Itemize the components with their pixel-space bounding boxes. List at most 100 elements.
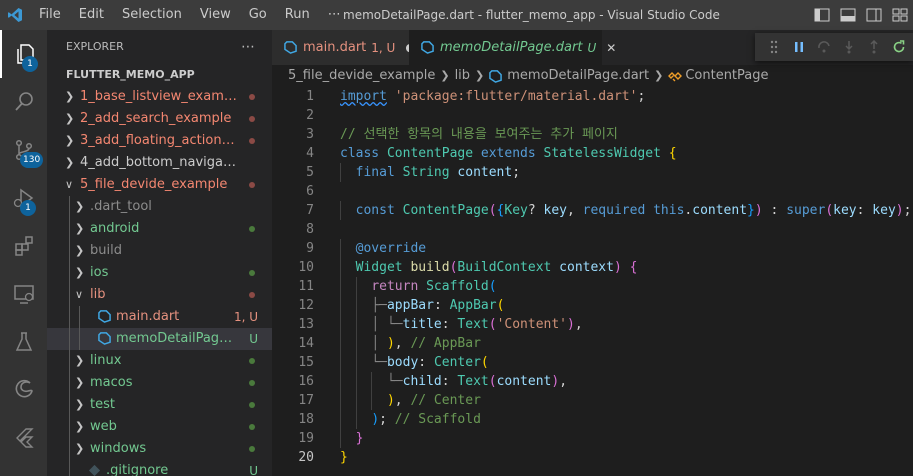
chevron-right-icon[interactable]: ❯ — [75, 416, 84, 438]
tree-item[interactable]: ❯ windows — [47, 438, 272, 460]
tree-item[interactable]: ❯ 4_add_bottom_navigation_bar_... — [47, 152, 272, 174]
tree-item[interactable]: ∨ lib — [47, 284, 272, 306]
menu-item[interactable]: Go — [240, 0, 276, 30]
workspace-folder[interactable]: FLUTTER_MEMO_APP — [47, 64, 272, 86]
indent-guide — [69, 306, 70, 328]
pause-icon[interactable] — [786, 33, 811, 61]
chevron-down-icon[interactable]: ∨ — [65, 174, 73, 196]
code-text: final String content; — [340, 163, 520, 182]
breadcrumb-folder[interactable]: lib — [455, 65, 470, 87]
tree-item[interactable]: ❯ android — [47, 218, 272, 240]
indent-guide — [69, 416, 70, 438]
step-over-icon[interactable] — [811, 33, 836, 61]
restart-icon[interactable] — [886, 33, 911, 61]
code-text: ), // Center — [340, 391, 481, 410]
git-status-badge: 1, U — [233, 310, 258, 324]
code-token: final — [355, 165, 403, 180]
tree-item[interactable]: ❯ test — [47, 394, 272, 416]
menu-item[interactable]: Run — [276, 0, 319, 30]
chevron-right-icon[interactable]: ❯ — [65, 152, 74, 174]
tab-memo-detail-page[interactable]: memoDetailPage.dart U ✕ — [409, 30, 616, 65]
chevron-right-icon[interactable]: ❯ — [75, 350, 84, 372]
code-line: 8 — [272, 220, 913, 239]
remote-explorer-activity[interactable] — [0, 270, 47, 318]
code-token: context — [559, 260, 614, 275]
tree-item[interactable]: ❯ 2_add_search_example — [47, 108, 272, 130]
tab-main-dart[interactable]: main.dart 1, U ● — [272, 30, 415, 65]
tree-item-label: memoDetailPage.dart — [116, 331, 237, 346]
toggle-secondary-sidebar-icon[interactable] — [861, 0, 887, 30]
code-token: // Center — [410, 393, 481, 408]
tree-item[interactable]: memoDetailPage.dart U — [47, 328, 272, 350]
tree-item[interactable]: main.dart 1, U — [47, 306, 272, 328]
code-token: ) — [613, 260, 622, 275]
tree-item[interactable]: ❯ .dart_tool — [47, 196, 272, 218]
menu-item[interactable]: File — [30, 0, 70, 30]
code-token: // AppBar — [410, 336, 481, 351]
extensions-activity[interactable] — [0, 222, 47, 270]
chevron-right-icon[interactable]: ❯ — [75, 196, 84, 218]
toggle-panel-icon[interactable] — [835, 0, 861, 30]
line-number: 8 — [306, 222, 314, 237]
code-token: │ — [371, 336, 387, 351]
menu-item[interactable]: Edit — [70, 0, 113, 30]
chevron-down-icon[interactable]: ∨ — [75, 284, 83, 306]
git-status-dot — [249, 424, 255, 430]
indent-guide — [69, 262, 70, 284]
debug-toolbar — [755, 33, 913, 61]
code-token: required — [582, 203, 654, 218]
tree-item[interactable]: ❯ linux — [47, 350, 272, 372]
chevron-right-icon[interactable]: ❯ — [65, 86, 74, 108]
step-into-icon[interactable] — [836, 33, 861, 61]
chevron-right-icon[interactable]: ❯ — [75, 240, 84, 262]
tree-item[interactable]: ∨ 5_file_devide_example — [47, 174, 272, 196]
close-icon[interactable]: ✕ — [606, 41, 616, 55]
code-editor[interactable]: 1 import 'package:flutter/material.dart';… — [272, 87, 913, 467]
tree-item[interactable]: .gitignore U — [47, 460, 272, 476]
chevron-right-icon[interactable]: ❯ — [75, 438, 84, 460]
toggle-primary-sidebar-icon[interactable] — [809, 0, 835, 30]
tree-item[interactable]: ❯ build — [47, 240, 272, 262]
explorer-title: EXPLORER — [66, 40, 124, 53]
code-token: ) — [567, 317, 575, 332]
menu-item[interactable]: View — [191, 0, 240, 30]
flutter-activity[interactable] — [0, 414, 47, 462]
tree-item[interactable]: ❯ macos — [47, 372, 272, 394]
code-token: ( — [488, 203, 497, 218]
tree-item[interactable]: ❯ web — [47, 416, 272, 438]
explorer-activity[interactable]: 1 — [0, 30, 47, 78]
code-token: @override — [355, 241, 427, 256]
source-control-activity[interactable]: 130 — [0, 126, 47, 174]
breadcrumb-symbol[interactable]: ContentPage — [685, 65, 768, 87]
explorer-badge: 1 — [22, 56, 38, 72]
code-token: appBar — [386, 298, 434, 313]
tree-item[interactable]: ❯ 3_add_floating_action_butt... — [47, 130, 272, 152]
breadcrumb-file[interactable]: memoDetailPage.dart — [507, 65, 649, 87]
menu-item[interactable]: Selection — [113, 0, 191, 30]
chevron-right-icon[interactable]: ❯ — [75, 394, 84, 416]
breadcrumb-folder[interactable]: 5_file_devide_example — [288, 65, 435, 87]
git-status-dot — [249, 402, 255, 408]
tree-item[interactable]: ❯ 1_base_listview_example — [47, 86, 272, 108]
testing-activity[interactable] — [0, 318, 47, 366]
chevron-right-icon[interactable]: ❯ — [65, 130, 74, 152]
dart-file-icon — [284, 41, 297, 54]
more-actions-icon[interactable]: ⋯ — [241, 30, 256, 64]
customize-layout-icon[interactable] — [887, 0, 913, 30]
chevron-right-icon[interactable]: ❯ — [65, 108, 74, 130]
chevron-right-icon[interactable]: ❯ — [75, 262, 84, 284]
drag-handle-icon[interactable] — [761, 33, 786, 61]
run-debug-activity[interactable]: 1 — [0, 174, 47, 222]
edge-devtools-activity[interactable] — [0, 366, 47, 414]
code-token: { — [668, 146, 677, 161]
search-activity[interactable] — [0, 78, 47, 126]
tree-item[interactable]: ❯ ios — [47, 262, 272, 284]
code-line: 14 │ ), // AppBar — [272, 334, 913, 353]
chevron-right-icon[interactable]: ❯ — [75, 218, 84, 240]
source-control-badge: 130 — [20, 152, 44, 168]
step-out-icon[interactable] — [861, 33, 886, 61]
chevron-right-icon[interactable]: ❯ — [75, 372, 84, 394]
